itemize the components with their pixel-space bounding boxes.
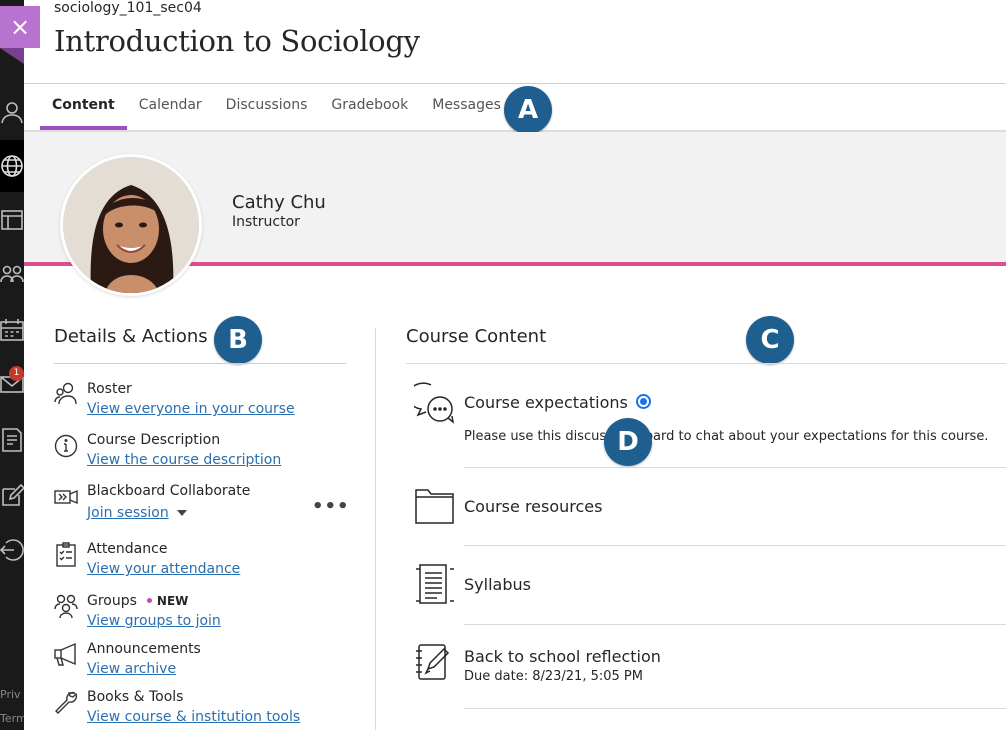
course-description-link[interactable]: View the course description xyxy=(87,452,281,468)
organizations-icon[interactable] xyxy=(0,262,24,286)
join-session-link[interactable]: Join session xyxy=(87,505,169,521)
course-description-title: Course Description xyxy=(87,432,221,448)
more-options-icon[interactable]: ••• xyxy=(312,498,350,516)
new-badge: NEW xyxy=(156,594,189,608)
details-divider xyxy=(54,363,346,364)
grades-icon[interactable] xyxy=(0,428,24,452)
megaphone-icon xyxy=(54,641,78,667)
wrench-icon xyxy=(54,689,78,715)
course-content-heading: Course Content xyxy=(406,326,547,347)
content-divider-1 xyxy=(464,467,1006,468)
instructor-role: Instructor xyxy=(232,214,300,230)
books-tools-link[interactable]: View course & institution tools xyxy=(87,709,300,725)
course-expectations-title[interactable]: Course expectations xyxy=(464,393,628,412)
tab-gradebook[interactable]: Gradebook xyxy=(319,84,420,130)
roster-title: Roster xyxy=(87,381,132,397)
close-button-fold xyxy=(0,48,24,64)
course-tabs: Content Calendar Discussions Gradebook M… xyxy=(40,84,513,130)
content-divider-2 xyxy=(464,545,1006,546)
groups-icon xyxy=(54,593,78,619)
syllabus-title[interactable]: Syllabus xyxy=(464,575,531,594)
course-id: sociology_101_sec04 xyxy=(54,0,202,16)
participation-status-icon xyxy=(635,394,651,409)
tools-edit-icon[interactable] xyxy=(0,484,24,508)
sign-out-icon[interactable] xyxy=(0,538,24,562)
announcements-title: Announcements xyxy=(87,641,201,657)
roster-icon xyxy=(54,381,78,407)
new-indicator-dot xyxy=(146,597,152,603)
announcements-link[interactable]: View archive xyxy=(87,661,176,677)
folder-icon xyxy=(414,485,456,527)
instructor-name: Cathy Chu xyxy=(232,192,326,213)
callout-d: D xyxy=(604,418,652,466)
discussion-icon xyxy=(414,382,456,424)
groups-title-row: Groups NEW xyxy=(87,593,188,609)
document-icon xyxy=(414,563,456,605)
chevron-down-icon[interactable] xyxy=(176,510,187,516)
profile-icon[interactable] xyxy=(0,100,24,124)
content-divider-4 xyxy=(464,708,1006,709)
institution-page-icon[interactable] xyxy=(0,208,24,232)
globe-icon[interactable] xyxy=(0,154,24,178)
calendar-icon[interactable] xyxy=(0,318,24,342)
tab-content[interactable]: Content xyxy=(40,84,127,130)
roster-link[interactable]: View everyone in your course xyxy=(87,401,295,417)
column-divider xyxy=(375,328,376,730)
avatar-photo xyxy=(63,157,199,293)
details-actions-heading: Details & Actions xyxy=(54,326,208,347)
books-tools-title: Books & Tools xyxy=(87,689,184,705)
attendance-title: Attendance xyxy=(87,541,168,557)
course-expectations-title-row: Course expectations xyxy=(464,393,651,412)
callout-a: A xyxy=(504,86,552,134)
terms-link[interactable]: Term xyxy=(0,712,24,725)
close-course-button[interactable]: × xyxy=(0,6,40,48)
tab-messages[interactable]: Messages xyxy=(420,84,513,130)
join-session-dropdown[interactable]: Join session xyxy=(87,505,187,521)
tab-discussions[interactable]: Discussions xyxy=(214,84,320,130)
content-divider-3 xyxy=(464,624,1006,625)
collaborate-title: Blackboard Collaborate xyxy=(87,483,251,499)
attendance-icon xyxy=(54,541,78,567)
course-content-divider xyxy=(406,363,1006,364)
tab-calendar[interactable]: Calendar xyxy=(127,84,214,130)
info-icon xyxy=(54,432,78,458)
attendance-link[interactable]: View your attendance xyxy=(87,561,240,577)
privacy-link[interactable]: Priv xyxy=(0,688,24,701)
groups-title: Groups xyxy=(87,593,137,609)
collaborate-icon xyxy=(54,483,78,509)
global-nav-rail: 1 Priv Term xyxy=(0,0,24,730)
groups-link[interactable]: View groups to join xyxy=(87,613,221,629)
course-resources-title[interactable]: Course resources xyxy=(464,497,602,516)
reflection-due-date: Due date: 8/23/21, 5:05 PM xyxy=(464,669,643,684)
messages-count-badge: 1 xyxy=(9,366,24,381)
instructor-avatar[interactable] xyxy=(60,154,202,296)
callout-b: B xyxy=(214,316,262,364)
course-title: Introduction to Sociology xyxy=(54,24,420,58)
course-expectations-description: Please use this discussion board to chat… xyxy=(464,429,989,444)
journal-icon xyxy=(414,641,456,683)
callout-c: C xyxy=(746,316,794,364)
reflection-title[interactable]: Back to school reflection xyxy=(464,647,661,666)
